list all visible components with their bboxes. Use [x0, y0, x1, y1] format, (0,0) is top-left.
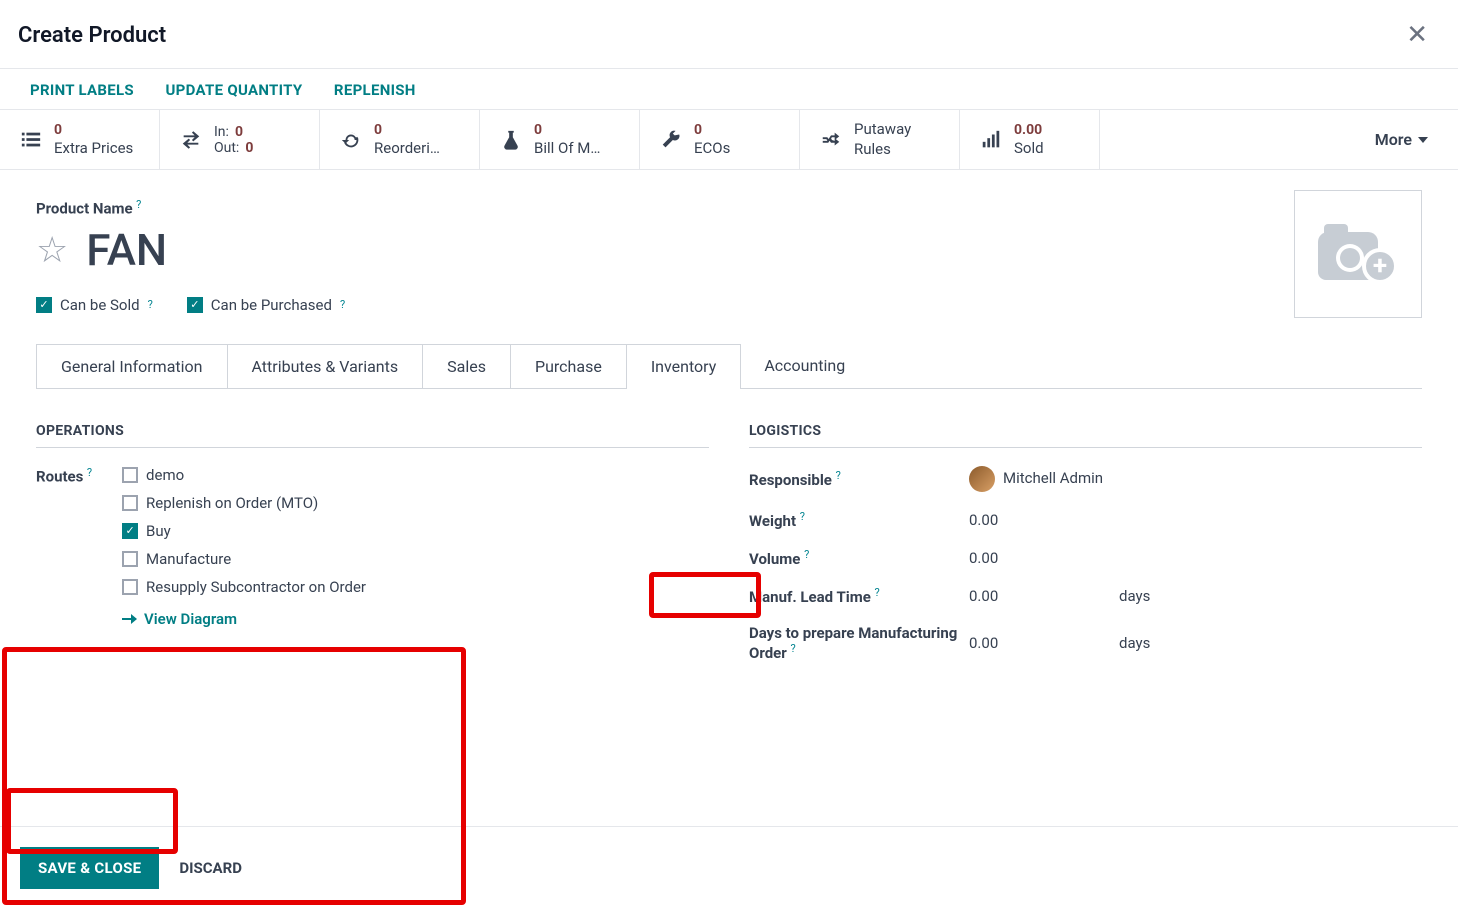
help-icon[interactable]: ? — [790, 642, 795, 655]
route-manufacture-checkbox[interactable]: Manufacture — [122, 550, 366, 568]
help-icon[interactable]: ? — [800, 510, 805, 523]
route-buy-checkbox[interactable]: ✓Buy — [122, 522, 366, 540]
help-icon[interactable]: ? — [836, 469, 841, 482]
checkbox-empty-icon — [122, 495, 138, 511]
save-and-close-button[interactable]: SAVE & CLOSE — [20, 847, 159, 889]
modal-header: Create Product ✕ — [0, 0, 1458, 69]
modal-footer: SAVE & CLOSE DISCARD — [0, 826, 1458, 909]
ecos-button[interactable]: 0ECOs — [640, 110, 800, 169]
prep-days-field[interactable]: 0.00 — [969, 634, 1119, 652]
prep-days-label: Days to prepare Manufacturing Order — [749, 624, 957, 662]
list-icon — [18, 129, 44, 151]
more-button[interactable]: More — [1345, 110, 1458, 169]
help-icon[interactable]: ? — [804, 548, 809, 561]
weight-field[interactable]: 0.00 — [969, 511, 1199, 529]
checkbox-empty-icon — [122, 467, 138, 483]
caret-down-icon — [1418, 137, 1428, 143]
volume-label: Volume — [749, 550, 800, 568]
checkbox-empty-icon — [122, 551, 138, 567]
tab-purchase[interactable]: Purchase — [510, 344, 627, 388]
product-image-upload[interactable]: + — [1294, 190, 1422, 318]
modal-title: Create Product — [18, 23, 166, 48]
help-icon[interactable]: ? — [136, 198, 141, 211]
tab-accounting[interactable]: Accounting — [740, 344, 869, 388]
discard-button[interactable]: DISCARD — [179, 859, 242, 877]
putaway-rules-button[interactable]: PutawayRules — [800, 110, 960, 169]
manuf-lead-field[interactable]: 0.00 — [969, 587, 1119, 605]
in-out-button[interactable]: In:0 Out:0 — [160, 110, 320, 169]
tab-inventory[interactable]: Inventory — [626, 344, 742, 388]
transfer-icon — [178, 129, 204, 151]
tab-general[interactable]: General Information — [36, 344, 228, 388]
avatar — [969, 466, 995, 492]
arrow-right-icon — [122, 618, 136, 620]
shuffle-icon — [818, 129, 844, 151]
route-demo-checkbox[interactable]: demo — [122, 466, 366, 484]
camera-icon: + — [1318, 224, 1398, 284]
help-icon[interactable]: ? — [340, 298, 345, 311]
route-mto-checkbox[interactable]: Replenish on Order (MTO) — [122, 494, 366, 512]
tab-sales[interactable]: Sales — [422, 344, 511, 388]
bars-icon — [978, 129, 1004, 151]
checkbox-empty-icon — [122, 579, 138, 595]
product-name-input[interactable]: FAN — [86, 224, 167, 276]
reordering-button[interactable]: 0Reorderi… — [320, 110, 480, 169]
checkbox-checked-icon: ✓ — [187, 297, 203, 313]
weight-label: Weight — [749, 512, 796, 530]
logistics-heading: LOGISTICS — [749, 409, 1422, 448]
wrench-icon — [658, 129, 684, 151]
tabs: General Information Attributes & Variant… — [36, 344, 1422, 389]
help-icon[interactable]: ? — [875, 586, 880, 599]
flask-icon — [498, 129, 524, 151]
view-diagram-link[interactable]: View Diagram — [122, 610, 366, 628]
route-resupply-checkbox[interactable]: Resupply Subcontractor on Order — [122, 578, 366, 596]
product-name-label: Product Name ? — [36, 198, 1422, 218]
action-bar: PRINT LABELS UPDATE QUANTITY REPLENISH — [0, 69, 1458, 109]
manuf-lead-label: Manuf. Lead Time — [749, 588, 871, 606]
checkbox-checked-icon: ✓ — [122, 523, 138, 539]
help-icon[interactable]: ? — [148, 298, 153, 311]
print-labels-button[interactable]: PRINT LABELS — [30, 81, 134, 99]
volume-field[interactable]: 0.00 — [969, 549, 1199, 567]
manuf-lead-unit: days — [1119, 587, 1199, 605]
replenish-button[interactable]: REPLENISH — [334, 81, 416, 99]
checkbox-checked-icon: ✓ — [36, 297, 52, 313]
close-icon[interactable]: ✕ — [1406, 20, 1428, 50]
responsible-label: Responsible — [749, 471, 832, 489]
refresh-icon — [338, 129, 364, 151]
update-quantity-button[interactable]: UPDATE QUANTITY — [165, 81, 302, 99]
can-be-purchased-checkbox[interactable]: ✓ Can be Purchased ? — [187, 296, 345, 314]
routes-label: Routes ? — [36, 466, 92, 486]
help-icon[interactable]: ? — [87, 466, 92, 479]
responsible-field[interactable]: Mitchell Admin — [969, 466, 1199, 492]
sold-button[interactable]: 0.00Sold — [960, 110, 1100, 169]
bom-button[interactable]: 0Bill Of M… — [480, 110, 640, 169]
stat-row: 0Extra Prices In:0 Out:0 0Reorderi… 0Bil… — [0, 109, 1458, 170]
extra-prices-button[interactable]: 0Extra Prices — [0, 110, 160, 169]
can-be-sold-checkbox[interactable]: ✓ Can be Sold ? — [36, 296, 153, 314]
operations-heading: OPERATIONS — [36, 409, 709, 448]
prep-days-unit: days — [1119, 634, 1199, 652]
favorite-star-icon[interactable]: ☆ — [36, 229, 68, 271]
tab-attributes[interactable]: Attributes & Variants — [227, 344, 424, 388]
